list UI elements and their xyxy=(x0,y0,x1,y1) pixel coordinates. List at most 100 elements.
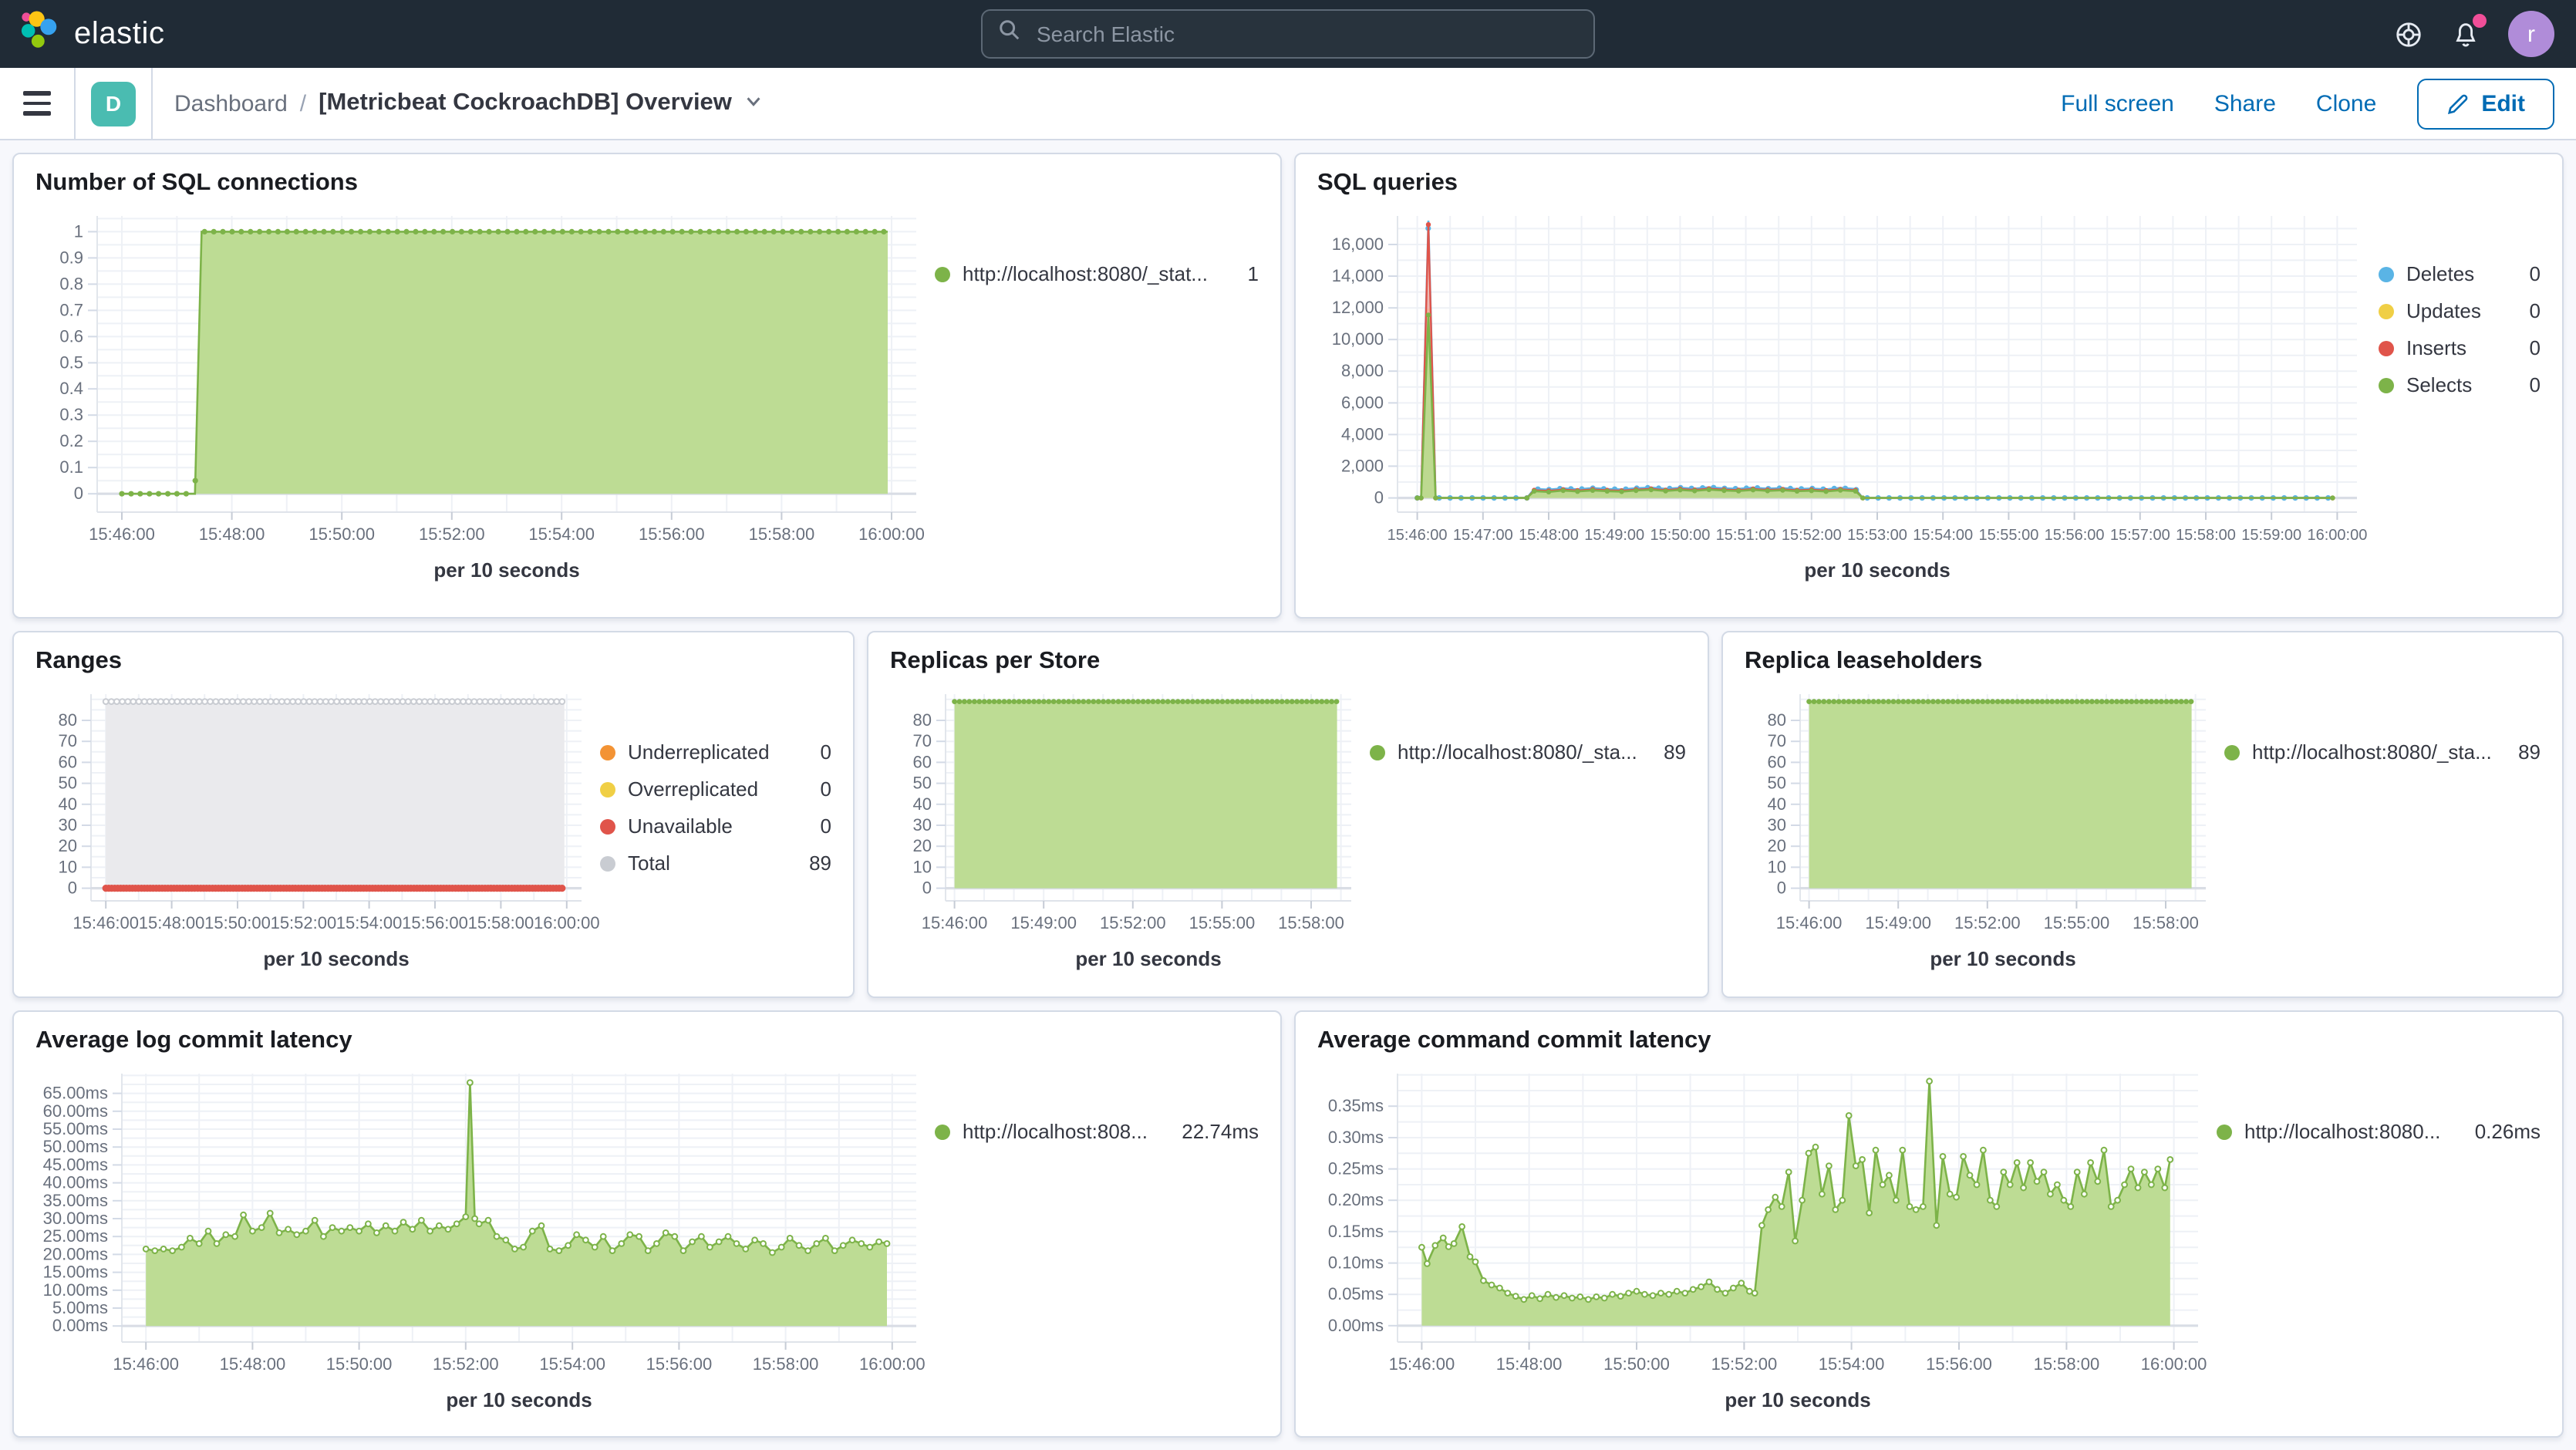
svg-text:20.00ms: 20.00ms xyxy=(43,1244,108,1263)
svg-text:50.00ms: 50.00ms xyxy=(43,1137,108,1156)
panel-ranges: Ranges 15:46:0015:48:0015:50:0015:52:001… xyxy=(12,631,855,998)
svg-text:15:52:00: 15:52:00 xyxy=(1711,1354,1778,1374)
legend-item[interactable]: Updates0 xyxy=(2379,299,2541,322)
svg-text:0.9: 0.9 xyxy=(59,248,83,267)
legend-item[interactable]: Deletes0 xyxy=(2379,262,2541,285)
svg-text:0.05ms: 0.05ms xyxy=(1328,1284,1384,1303)
svg-text:15:50:00: 15:50:00 xyxy=(309,524,375,544)
legend-color-dot xyxy=(2217,1124,2232,1139)
chart-canvas[interactable]: 15:46:0015:48:0015:50:0015:52:0015:54:00… xyxy=(35,1061,935,1385)
panel-number-of-sql-connections: Number of SQL connections 15:46:0015:48:… xyxy=(12,153,1282,619)
legend-color-dot xyxy=(935,1124,950,1139)
notifications-bell-icon[interactable] xyxy=(2451,19,2480,49)
svg-text:15:54:00: 15:54:00 xyxy=(539,1354,605,1374)
chart-canvas[interactable]: 15:46:0015:48:0015:50:0015:52:0015:54:00… xyxy=(35,682,600,944)
legend-label: Overreplicated xyxy=(628,777,808,801)
chart-plot-area[interactable]: 15:46:0015:49:0015:52:0015:55:0015:58:00… xyxy=(890,682,1370,944)
chart-legend: Deletes0 Updates0 Inserts0 Selects0 xyxy=(2379,204,2541,602)
svg-text:15:57:00: 15:57:00 xyxy=(2110,527,2170,544)
panel-title[interactable]: SQL queries xyxy=(1317,170,2541,197)
x-axis-title: per 10 seconds xyxy=(35,558,916,582)
legend-item[interactable]: http://localhost:8080/_sta...89 xyxy=(1370,740,1686,764)
svg-text:15:46:00: 15:46:00 xyxy=(113,1354,179,1374)
svg-text:70: 70 xyxy=(913,731,932,750)
svg-text:15:48:00: 15:48:00 xyxy=(220,1354,286,1374)
svg-text:15:55:00: 15:55:00 xyxy=(2044,913,2110,932)
user-avatar[interactable]: r xyxy=(2508,11,2554,57)
svg-text:16,000: 16,000 xyxy=(1332,234,1384,254)
edit-button-label: Edit xyxy=(2481,90,2525,116)
legend-item[interactable]: Selects0 xyxy=(2379,373,2541,396)
chart-canvas[interactable]: 15:46:0015:48:0015:50:0015:52:0015:54:00… xyxy=(1317,1061,2217,1385)
chart-plot-area[interactable]: 15:46:0015:48:0015:50:0015:52:0015:54:00… xyxy=(1317,1061,2217,1385)
legend-value: 0 xyxy=(821,814,831,838)
edit-button[interactable]: Edit xyxy=(2416,78,2554,129)
svg-text:15:56:00: 15:56:00 xyxy=(2045,527,2105,544)
svg-text:15:48:00: 15:48:00 xyxy=(1496,1354,1563,1374)
chart-plot-area[interactable]: 15:46:0015:48:0015:50:0015:52:0015:54:00… xyxy=(35,682,600,944)
x-axis-title: per 10 seconds xyxy=(1317,1388,2198,1411)
legend-item[interactable]: Inserts0 xyxy=(2379,336,2541,359)
chart-canvas[interactable]: 15:46:0015:49:0015:52:0015:55:0015:58:00… xyxy=(890,682,1370,944)
share-link[interactable]: Share xyxy=(2214,90,2276,116)
global-search[interactable] xyxy=(981,9,1595,59)
chevron-down-icon[interactable] xyxy=(744,90,764,116)
legend-label: Unavailable xyxy=(628,814,808,838)
svg-text:15:49:00: 15:49:00 xyxy=(1010,913,1077,932)
menu-hamburger-icon[interactable] xyxy=(0,92,74,116)
svg-text:15:50:00: 15:50:00 xyxy=(1603,1354,1670,1374)
panel-title[interactable]: Average command commit latency xyxy=(1317,1027,2541,1055)
svg-text:15:46:00: 15:46:00 xyxy=(922,913,988,932)
legend-item[interactable]: Unavailable 0 xyxy=(600,814,831,838)
svg-text:0.4: 0.4 xyxy=(59,379,83,398)
chart-plot-area[interactable]: 15:46:0015:49:0015:52:0015:55:0015:58:00… xyxy=(1745,682,2224,944)
legend-item[interactable]: http://localhost:8080/_stat...1 xyxy=(935,262,1259,285)
panel-title[interactable]: Ranges xyxy=(35,648,831,676)
chart-legend: http://localhost:808...22.74ms xyxy=(935,1061,1259,1421)
chart-canvas[interactable]: 15:46:0015:47:0015:48:0015:49:0015:50:00… xyxy=(1317,204,2379,555)
legend-item[interactable]: Total89 xyxy=(600,851,831,875)
chart-plot-area[interactable]: 15:46:0015:48:0015:50:0015:52:0015:54:00… xyxy=(35,1061,935,1385)
svg-text:15:58:00: 15:58:00 xyxy=(1278,913,1344,932)
legend-color-dot xyxy=(2379,303,2394,319)
page-title: [Metricbeat CockroachDB] Overview xyxy=(319,89,732,117)
chart-plot-area[interactable]: 15:46:0015:47:0015:48:0015:49:0015:50:00… xyxy=(1317,204,2379,555)
legend-label: http://localhost:8080/_sta... xyxy=(2252,740,2506,764)
chart-plot-area[interactable]: 15:46:0015:48:0015:50:0015:52:0015:54:00… xyxy=(35,204,935,555)
search-input[interactable] xyxy=(1033,20,1578,48)
legend-item[interactable]: http://localhost:8080...0.26ms xyxy=(2217,1120,2541,1143)
svg-text:40: 40 xyxy=(59,794,77,814)
legend-value: 89 xyxy=(2518,740,2541,764)
breadcrumb-dashboard-link[interactable]: Dashboard xyxy=(174,90,288,116)
panel-title[interactable]: Number of SQL connections xyxy=(35,170,1259,197)
svg-text:70: 70 xyxy=(59,731,77,750)
brand[interactable]: elastic xyxy=(0,9,165,59)
legend-item[interactable]: Overreplicated 0 xyxy=(600,777,831,801)
help-icon[interactable] xyxy=(2394,19,2423,49)
legend-label: http://localhost:808... xyxy=(963,1120,1169,1143)
panel-title[interactable]: Replicas per Store xyxy=(890,648,1686,676)
svg-text:15:53:00: 15:53:00 xyxy=(1847,527,1907,544)
legend-value: 0 xyxy=(821,777,831,801)
legend-item[interactable]: http://localhost:808...22.74ms xyxy=(935,1120,1259,1143)
legend-color-dot xyxy=(600,818,615,834)
svg-text:1: 1 xyxy=(74,221,83,241)
chart-legend: http://localhost:8080/_sta...89 xyxy=(1370,682,1686,981)
x-axis-title: per 10 seconds xyxy=(890,947,1351,970)
panel-sql-queries: SQL queries 15:46:0015:47:0015:48:0015:4… xyxy=(1294,153,2564,619)
legend-item[interactable]: Underreplicated0 xyxy=(600,740,831,764)
chart-canvas[interactable]: 15:46:0015:48:0015:50:0015:52:0015:54:00… xyxy=(35,204,935,555)
svg-text:50: 50 xyxy=(59,774,77,793)
clone-link[interactable]: Clone xyxy=(2316,90,2376,116)
panel-title[interactable]: Average log commit latency xyxy=(35,1027,1259,1055)
svg-text:0.00ms: 0.00ms xyxy=(1328,1316,1384,1335)
panel-title[interactable]: Replica leaseholders xyxy=(1745,648,2541,676)
space-badge[interactable]: D xyxy=(91,81,136,126)
panel-replica-leaseholders: Replica leaseholders 15:46:0015:49:0015:… xyxy=(1721,631,2564,998)
full-screen-link[interactable]: Full screen xyxy=(2061,90,2174,116)
svg-text:10: 10 xyxy=(913,857,932,876)
chart-canvas[interactable]: 15:46:0015:49:0015:52:0015:55:0015:58:00… xyxy=(1745,682,2224,944)
svg-text:12,000: 12,000 xyxy=(1332,298,1384,317)
elastic-logo-icon xyxy=(19,9,60,59)
legend-item[interactable]: http://localhost:8080/_sta... 89 xyxy=(2224,740,2541,764)
